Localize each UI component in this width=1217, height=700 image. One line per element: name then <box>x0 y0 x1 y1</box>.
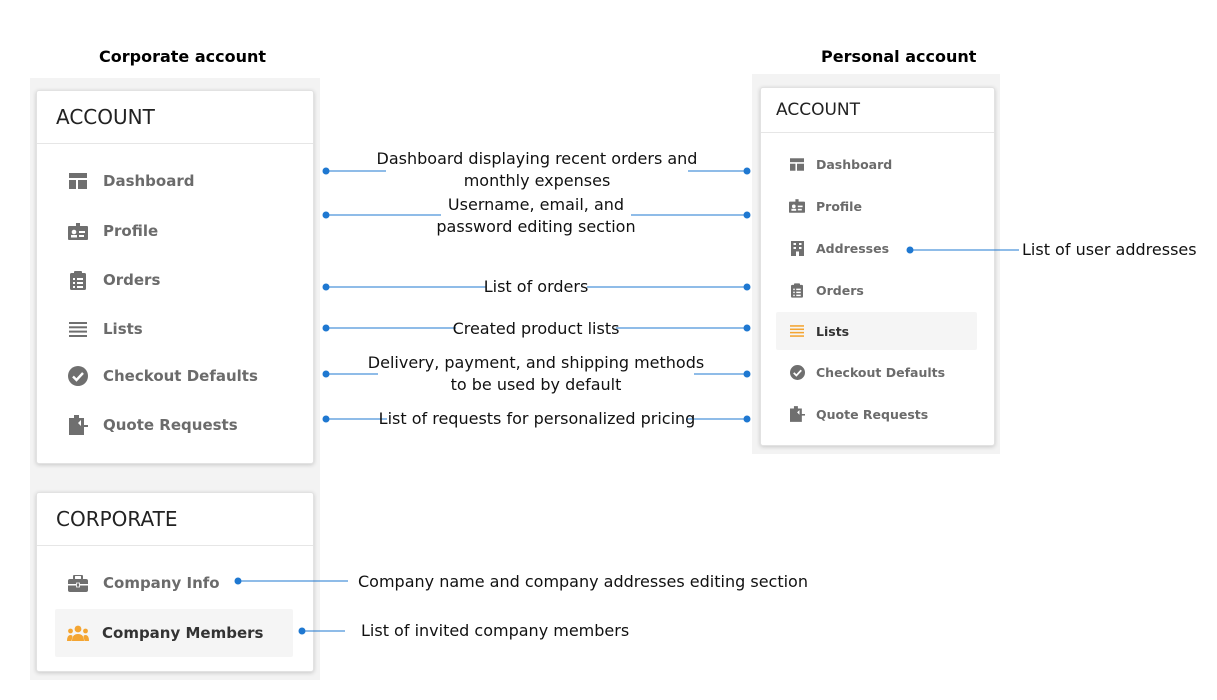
annotation-line: password editing section <box>436 217 636 236</box>
annotation-orders: List of orders <box>483 277 589 296</box>
connector-dot <box>743 324 751 332</box>
annotation-profile: Username, email, and password editing se… <box>416 194 656 238</box>
connector-lines <box>234 167 1019 635</box>
connector-dot <box>743 167 751 175</box>
connector-dot <box>322 324 330 332</box>
connector-dot <box>906 246 914 254</box>
annotation-company-members: List of invited company members <box>361 621 630 640</box>
annotation-checkout: Delivery, payment, and shipping methods … <box>366 352 706 396</box>
annotation-line: Dashboard displaying recent orders and <box>376 149 698 168</box>
annotation-line: Delivery, payment, and shipping methods <box>367 353 705 372</box>
connector-dot <box>322 211 330 219</box>
connector-dot <box>322 415 330 423</box>
annotation-addresses: List of user addresses <box>1022 240 1197 259</box>
annotation-quotes: List of requests for personalized pricin… <box>378 409 696 428</box>
annotation-company-info: Company name and company addresses editi… <box>358 572 808 591</box>
annotation-lists: Created product lists <box>452 319 620 338</box>
connector-dot <box>234 577 242 585</box>
connector-dot <box>298 627 306 635</box>
annotation-line: Username, email, and <box>447 195 625 214</box>
connector-dot <box>322 370 330 378</box>
connector-dot <box>322 167 330 175</box>
annotation-line: to be used by default <box>450 375 622 394</box>
connector-dot <box>743 370 751 378</box>
connector-dot <box>743 211 751 219</box>
annotation-dashboard: Dashboard displaying recent orders and m… <box>370 148 704 192</box>
connector-dot <box>322 283 330 291</box>
connector-dot <box>743 283 751 291</box>
connector-dot <box>743 415 751 423</box>
annotation-line: monthly expenses <box>463 171 611 190</box>
